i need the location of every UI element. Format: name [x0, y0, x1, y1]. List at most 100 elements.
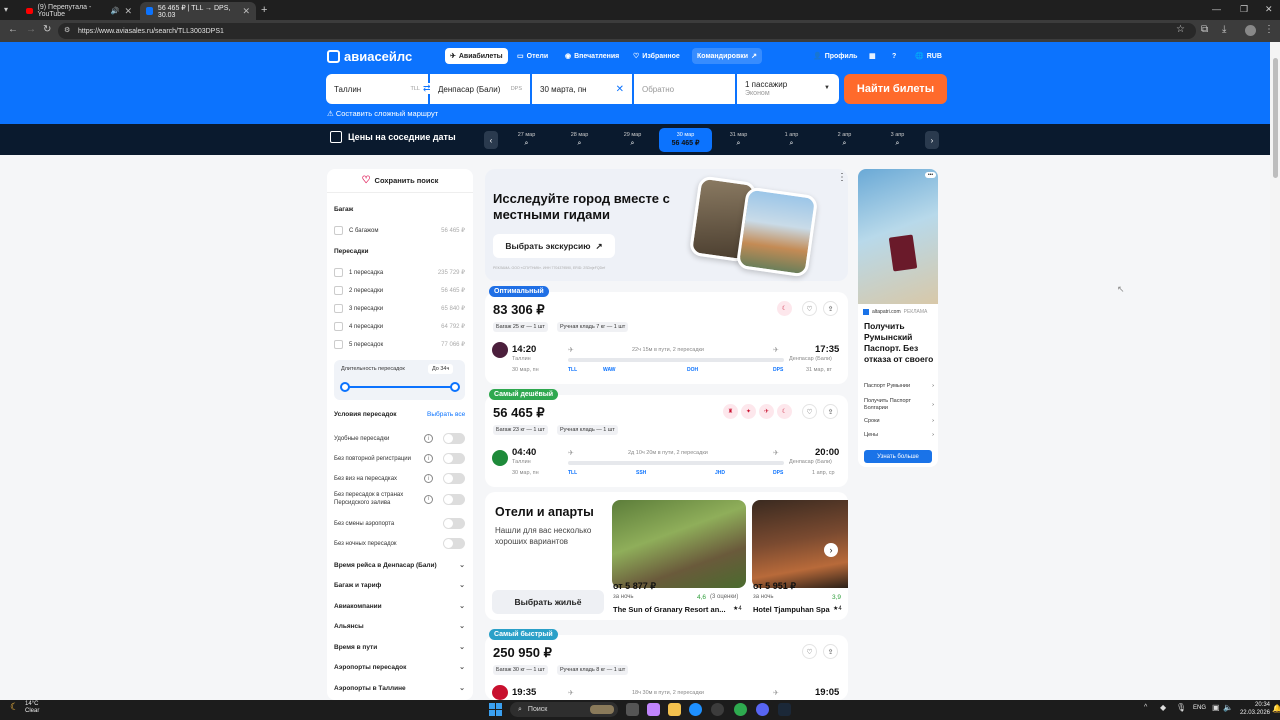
condition-toggle[interactable]: Без ночных пересадок	[334, 538, 465, 549]
checkbox[interactable]	[334, 268, 343, 277]
clear-date-icon[interactable]: ✕	[616, 84, 624, 95]
destination-field[interactable]: Денпасар (Бали) DPS	[430, 74, 530, 104]
checkbox[interactable]	[334, 226, 343, 235]
select-all-link[interactable]: Выбрать все	[427, 411, 465, 418]
ad-link[interactable]: Получить Паспорт Болгарии ›	[864, 398, 934, 412]
accordion-alliances[interactable]: Альянсы ⌄	[334, 622, 465, 631]
choose-housing-button[interactable]: Выбрать жильё	[492, 590, 604, 614]
depart-date-field[interactable]: 30 марта, пн ✕	[532, 74, 632, 104]
minimize-icon[interactable]: —	[1212, 4, 1221, 14]
date-option[interactable]: 28 мар ⌕	[553, 128, 606, 152]
network-icon[interactable]: ▣	[1212, 703, 1220, 712]
share-icon[interactable]: ⇪	[823, 404, 838, 419]
bookmark-star-icon[interactable]: ☆	[1176, 24, 1185, 35]
toggle-switch[interactable]	[443, 473, 465, 484]
extensions-icon[interactable]: ⧉	[1201, 24, 1208, 35]
toggle-switch[interactable]	[443, 453, 465, 464]
downloads-icon[interactable]: ⤓	[1222, 24, 1226, 35]
accordion-baggage-tariff[interactable]: Багаж и тариф ⌄	[334, 581, 465, 590]
dates-prev-button[interactable]: ‹	[484, 131, 498, 149]
notifications-icon[interactable]: 🔔	[1272, 704, 1280, 713]
info-icon[interactable]: i	[424, 454, 433, 463]
audio-icon[interactable]: 🔊	[111, 7, 120, 15]
nav-hotels[interactable]: ▭ Отели	[512, 48, 553, 64]
info-icon[interactable]: i	[424, 494, 433, 504]
dates-next-button[interactable]: ›	[925, 131, 939, 149]
browser-menu-icon[interactable]: ⋮	[1264, 24, 1274, 35]
profile-button[interactable]: 👤 Профиль	[808, 48, 862, 64]
transfer-option[interactable]: 2 пересадки 56 465 ₽	[334, 286, 465, 295]
baggage-checkbox[interactable]: С багажом 56 465 ₽	[334, 226, 465, 235]
tray-app-icon[interactable]: ◆	[1160, 703, 1166, 712]
close-tab-icon[interactable]: ✕	[124, 6, 132, 17]
condition-toggle[interactable]: Удобные пересадки i	[334, 433, 465, 444]
nav-favorites[interactable]: ♡ Избранное	[628, 48, 685, 64]
task-view-icon[interactable]	[626, 703, 639, 716]
toggle-switch[interactable]	[443, 493, 465, 505]
apps-icon[interactable]: ▦	[864, 48, 881, 64]
toggle-switch[interactable]	[443, 518, 465, 529]
info-icon[interactable]: i	[424, 474, 433, 483]
nav-flights[interactable]: ✈ Авиабилеты	[445, 48, 508, 64]
hotel-name[interactable]: Hotel Tjampuhan Spa	[753, 605, 830, 614]
microphone-icon[interactable]: 🎙	[1176, 703, 1186, 712]
weather-icon[interactable]: ☾	[10, 702, 19, 713]
more-options-icon[interactable]: •••	[925, 172, 936, 178]
favorite-icon[interactable]: ♡	[802, 644, 817, 659]
windows-start-icon[interactable]	[489, 703, 502, 716]
checkbox[interactable]	[334, 322, 343, 331]
slider-handle-min[interactable]	[340, 382, 350, 392]
share-icon[interactable]: ⇪	[823, 644, 838, 659]
chrome-icon[interactable]	[711, 703, 724, 716]
hotel-photo[interactable]	[612, 500, 746, 588]
new-tab-icon[interactable]: +	[261, 4, 267, 16]
date-option[interactable]: 1 апр ⌕	[765, 128, 818, 152]
transfer-option[interactable]: 1 пересадка 235 729 ₽	[334, 268, 465, 277]
ad-link[interactable]: Паспорт Румынии ›	[864, 383, 934, 389]
accordion-transfer-airports[interactable]: Аэропорты пересадок ⌄	[334, 663, 465, 672]
profile-avatar[interactable]	[1245, 25, 1256, 36]
slider-handle-max[interactable]	[450, 382, 460, 392]
ad-link[interactable]: Цены ›	[864, 432, 934, 438]
discord-icon[interactable]	[756, 703, 769, 716]
transfer-option[interactable]: 3 пересадки 65 840 ₽	[334, 304, 465, 313]
ad-link[interactable]: Сроки ›	[864, 418, 934, 424]
carousel-next-icon[interactable]: ›	[824, 543, 838, 557]
tab-list-icon[interactable]: ▾	[4, 5, 8, 14]
condition-toggle[interactable]: Без смены аэропорта	[334, 518, 465, 529]
copilot-icon[interactable]	[647, 703, 660, 716]
tab-youtube[interactable]: (9) Перепутала - YouTube 🔊 ✕	[20, 2, 138, 20]
save-search-button[interactable]: ♡ Сохранить поиск	[327, 169, 473, 193]
scrollbar-thumb[interactable]	[1273, 58, 1278, 178]
transfer-option[interactable]: 4 пересадки 64 792 ₽	[334, 322, 465, 331]
chrome-active-icon[interactable]	[734, 703, 747, 716]
currency-selector[interactable]: 🌐 RUB	[910, 48, 947, 64]
share-icon[interactable]: ⇪	[823, 301, 838, 316]
edge-icon[interactable]	[689, 703, 702, 716]
nav-experiences[interactable]: ◉ Впечатления	[560, 48, 624, 64]
choose-excursion-button[interactable]: Выбрать экскурсию ↗	[493, 234, 615, 258]
back-icon[interactable]: ←	[8, 24, 18, 35]
forward-icon[interactable]: →	[26, 24, 36, 35]
more-options-icon[interactable]: ⋮	[837, 172, 847, 183]
url-input[interactable]: https://www.aviasales.ru/search/TLL3003D…	[58, 23, 1196, 39]
tab-aviasales[interactable]: 56 465 ₽ | TLL → DPS, 30.03 ✕	[140, 2, 256, 20]
nav-business-trips[interactable]: Командировки ↗	[692, 48, 762, 64]
taskbar-clock[interactable]: 20:34 22.03.2026	[1236, 701, 1270, 717]
date-option[interactable]: 29 мар ⌕	[606, 128, 659, 152]
maximize-icon[interactable]: ❐	[1240, 4, 1248, 15]
favorite-icon[interactable]: ♡	[802, 404, 817, 419]
transfer-option[interactable]: 5 пересадок 77 066 ₽	[334, 340, 465, 349]
find-tickets-button[interactable]: Найти билеты	[844, 74, 947, 104]
date-option[interactable]: 27 мар ⌕	[500, 128, 553, 152]
condition-toggle[interactable]: Без повторной регистрации i	[334, 453, 465, 464]
weather-widget[interactable]: 14°C Clear	[25, 701, 39, 715]
info-icon[interactable]: i	[424, 434, 433, 443]
file-explorer-icon[interactable]	[668, 703, 681, 716]
return-date-field[interactable]: Обратно	[634, 74, 735, 104]
checkbox[interactable]	[334, 286, 343, 295]
condition-toggle[interactable]: Без виз на пересадках i	[334, 473, 465, 484]
complex-route-link[interactable]: ⚠ Составить сложный маршрут	[327, 109, 438, 118]
accordion-tallinn-airports[interactable]: Аэропорты в Таллине ⌄	[334, 684, 465, 693]
condition-toggle[interactable]: Без пересадок в странах Персидского зали…	[334, 491, 465, 507]
